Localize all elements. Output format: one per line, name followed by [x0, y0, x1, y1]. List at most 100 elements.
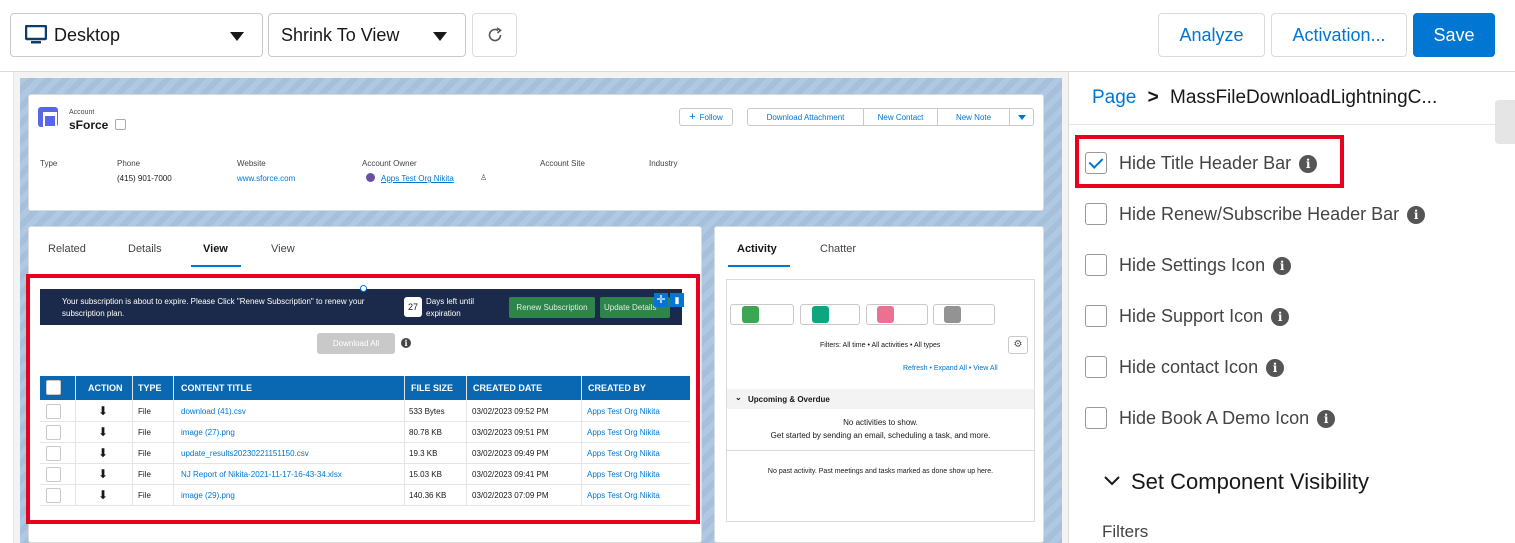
- breadcrumb-root-link[interactable]: Page: [1092, 87, 1136, 108]
- record-name: sForce: [69, 118, 109, 132]
- delete-icon[interactable]: ▮: [670, 293, 684, 307]
- row-type: File: [138, 428, 151, 437]
- tab-related[interactable]: Related: [48, 243, 86, 255]
- download-icon[interactable]: ⬇: [98, 425, 108, 439]
- col-created-date[interactable]: CREATED DATE: [473, 383, 542, 393]
- files-table-header: ACTION TYPE CONTENT TITLE FILE SIZE CREA…: [40, 376, 690, 400]
- zoom-select-label: Shrink To View: [281, 24, 400, 45]
- log-call-button[interactable]: [730, 304, 794, 325]
- row-title-link[interactable]: NJ Report of Nikita-2021-11-17-16-43-34.…: [181, 470, 342, 479]
- row-title-link[interactable]: image (29).png: [181, 491, 235, 500]
- hierarchy-icon[interactable]: [115, 119, 126, 130]
- panel-collapse-tab[interactable]: [1495, 100, 1515, 144]
- hide-book-demo-label: Hide Book A Demo Icon i: [1119, 408, 1336, 429]
- renew-subscription-button[interactable]: Renew Subscription: [509, 297, 595, 318]
- upcoming-label: Upcoming & Overdue: [748, 395, 830, 404]
- info-icon[interactable]: i: [1317, 410, 1336, 428]
- save-button[interactable]: Save: [1413, 13, 1495, 57]
- row-title-link[interactable]: download (41).csv: [181, 407, 246, 416]
- change-owner-icon[interactable]: ♙: [480, 173, 487, 182]
- new-contact-button[interactable]: New Contact: [863, 108, 938, 126]
- hide-contact-icon-checkbox[interactable]: [1085, 356, 1107, 378]
- active-tab-indicator: [191, 265, 241, 267]
- info-icon[interactable]: i: [401, 338, 411, 348]
- table-column-divider: [173, 376, 174, 506]
- resize-handle[interactable]: [360, 285, 367, 292]
- option-label: Hide Renew/Subscribe Header Bar: [1119, 204, 1400, 224]
- hide-settings-icon-checkbox[interactable]: [1085, 254, 1107, 276]
- zoom-select[interactable]: Shrink To View: [268, 13, 466, 57]
- table-column-divider: [75, 376, 76, 506]
- call-button[interactable]: [800, 304, 860, 325]
- row-title-link[interactable]: image (27).png: [181, 428, 235, 437]
- owner-link[interactable]: Apps Test Org Nikita: [381, 174, 454, 183]
- info-icon[interactable]: i: [1299, 155, 1318, 173]
- settings-icon[interactable]: ⚙: [1008, 336, 1028, 354]
- col-file-size[interactable]: FILE SIZE: [411, 383, 453, 393]
- tab-view[interactable]: View: [203, 243, 228, 255]
- analyze-button[interactable]: Analyze: [1158, 13, 1265, 57]
- col-action[interactable]: ACTION: [88, 383, 123, 393]
- component-visibility-toggle[interactable]: Set Component Visibility: [1103, 469, 1369, 495]
- hide-title-header-checkbox[interactable]: [1085, 152, 1107, 174]
- tab-activity[interactable]: Activity: [737, 243, 777, 255]
- chevron-down-icon: [230, 32, 244, 41]
- download-icon[interactable]: ⬇: [98, 488, 108, 502]
- table-row: ⬇ File image (29).png 140.36 KB 03/02/20…: [40, 485, 690, 506]
- download-icon[interactable]: ⬇: [98, 446, 108, 460]
- row-owner-link[interactable]: Apps Test Org Nikita: [587, 449, 660, 458]
- info-icon[interactable]: i: [1271, 308, 1290, 326]
- col-type[interactable]: TYPE: [138, 383, 162, 393]
- row-owner-link[interactable]: Apps Test Org Nikita: [587, 491, 660, 500]
- row-checkbox[interactable]: [46, 446, 61, 461]
- email-button[interactable]: [933, 304, 995, 325]
- activity-inner: Filters: All time • All activities • All…: [726, 279, 1035, 522]
- table-column-divider: [132, 376, 133, 506]
- download-icon[interactable]: ⬇: [98, 467, 108, 481]
- more-actions-button[interactable]: [1009, 108, 1034, 126]
- row-checkbox[interactable]: [46, 488, 61, 503]
- past-activity-text: No past activity. Past meetings and task…: [767, 468, 994, 475]
- info-icon[interactable]: i: [1407, 206, 1426, 224]
- info-icon[interactable]: i: [1266, 359, 1285, 377]
- device-select[interactable]: Desktop: [10, 13, 263, 57]
- download-icon[interactable]: ⬇: [98, 404, 108, 418]
- refresh-button[interactable]: [472, 13, 517, 57]
- hide-support-icon-checkbox[interactable]: [1085, 305, 1107, 327]
- record-header[interactable]: Account sForce + Follow Download Attachm…: [28, 94, 1044, 211]
- tab-view-2[interactable]: View: [271, 243, 295, 255]
- row-title-link[interactable]: update_results20230221151150.csv: [181, 449, 309, 458]
- table-column-divider: [581, 376, 582, 506]
- info-icon[interactable]: i: [1273, 257, 1292, 275]
- subscription-banner: Your subscription is about to expire. Pl…: [40, 289, 684, 325]
- table-row: ⬇ File image (27).png 80.78 KB 03/02/202…: [40, 422, 690, 443]
- activity-links[interactable]: Refresh • Expand All • View All: [903, 365, 998, 372]
- download-attachment-button[interactable]: Download Attachment: [747, 108, 864, 126]
- col-created-by[interactable]: CREATED BY: [588, 383, 646, 393]
- col-content-title[interactable]: CONTENT TITLE: [181, 383, 252, 393]
- field-label-owner: Account Owner: [362, 159, 417, 168]
- tab-chatter[interactable]: Chatter: [820, 243, 856, 255]
- field-value-phone: (415) 901-7000: [117, 174, 172, 183]
- follow-button[interactable]: + Follow: [679, 108, 733, 126]
- row-checkbox[interactable]: [46, 467, 61, 482]
- get-started-text: Get started by sending an email, schedul…: [770, 431, 991, 440]
- select-all-checkbox[interactable]: [46, 380, 61, 395]
- move-icon[interactable]: ✛: [654, 293, 668, 307]
- website-link[interactable]: www.sforce.com: [237, 174, 295, 183]
- event-button[interactable]: [866, 304, 928, 325]
- upcoming-section[interactable]: ⌄ Upcoming & Overdue: [727, 389, 1034, 409]
- new-note-button[interactable]: New Note: [937, 108, 1010, 126]
- row-checkbox[interactable]: [46, 404, 61, 419]
- hide-book-demo-checkbox[interactable]: [1085, 407, 1107, 429]
- activation-button[interactable]: Activation...: [1271, 13, 1407, 57]
- tab-details[interactable]: Details: [128, 243, 162, 255]
- download-all-button[interactable]: Download All: [317, 333, 395, 354]
- option-label: Hide Support Icon: [1119, 306, 1264, 326]
- row-owner-link[interactable]: Apps Test Org Nikita: [587, 407, 660, 416]
- row-owner-link[interactable]: Apps Test Org Nikita: [587, 470, 660, 479]
- row-checkbox[interactable]: [46, 425, 61, 440]
- row-owner-link[interactable]: Apps Test Org Nikita: [587, 428, 660, 437]
- days-label: Days left until expiration: [426, 297, 475, 318]
- hide-renew-header-checkbox[interactable]: [1085, 203, 1107, 225]
